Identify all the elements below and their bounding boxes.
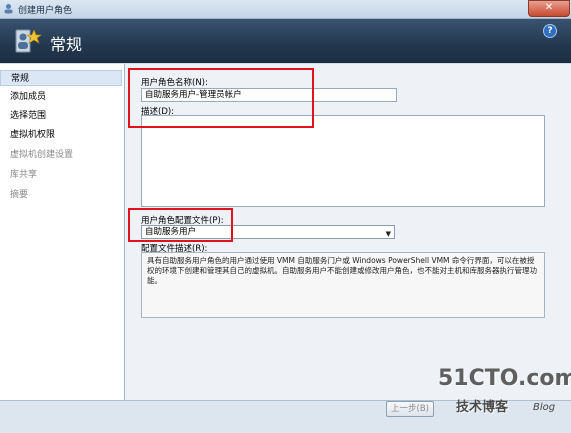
window-title: 创建用户角色 [18,6,73,16]
dropdown-arrow-icon: ▼ [385,230,391,238]
watermark-tagline: 技术博客 [456,400,509,415]
watermark-blog: Blog [533,402,556,413]
wizard-nav: 常规 添加成员 选择范围 虚拟机权限 虚拟机创建设置 库共享 摘要 [0,64,125,400]
title-bar: 创建用户角色 ✕ [0,0,571,19]
watermark-site: 51CTO.com [438,366,571,391]
dialog-window: 创建用户角色 ✕ 常规 ? 常规 添加成员 选择范围 虚拟机权限 虚拟机创建设置… [0,0,571,433]
description-textarea[interactable] [141,115,545,207]
nav-item-library-share: 库共享 [10,170,38,180]
role-icon [4,4,13,14]
profile-description-box: 具有自助服务用户角色的用户通过使用 VMM 自助服务门户或 Windows Po… [141,252,545,318]
nav-item-select-scope[interactable]: 选择范围 [0,108,122,124]
close-button[interactable]: ✕ [528,0,570,17]
nav-item-vm-creation-settings: 虚拟机创建设置 [10,150,74,160]
highlight-box-profile [128,208,233,242]
form-panel: 用户角色名称(N): 自助服务用户-管理员帐户 描述(D): 用户角色配置文件(… [125,64,571,400]
page-title: 常规 [50,35,83,54]
back-button[interactable]: 上一步(B) [386,401,434,417]
nav-item-vm-permissions[interactable]: 虚拟机权限 [0,127,122,143]
highlight-box-name [128,68,314,128]
nav-item-summary: 摘要 [10,190,29,200]
nav-item-add-members[interactable]: 添加成员 [0,89,122,105]
users-role-icon [15,29,42,53]
help-icon[interactable]: ? [543,24,557,38]
header-banner: 常规 ? [0,19,571,63]
nav-item-general[interactable]: 常规 [0,70,122,86]
